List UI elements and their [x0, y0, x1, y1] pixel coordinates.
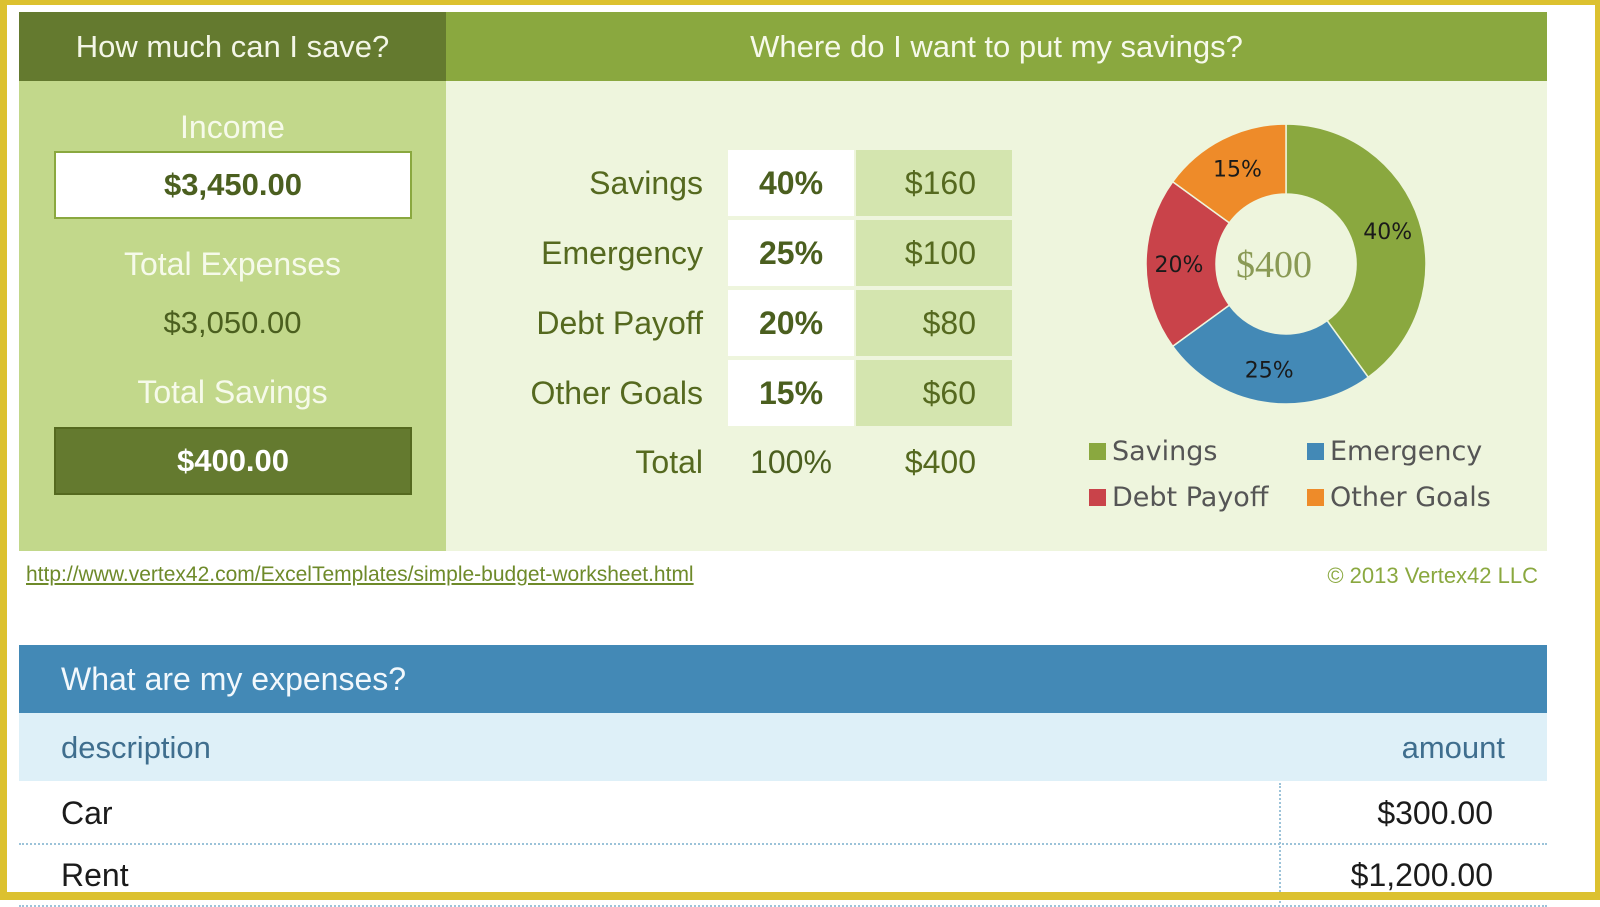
allocation-name: Savings	[589, 165, 703, 201]
expenses-column-divider	[1279, 783, 1281, 903]
legend-swatch	[1307, 489, 1324, 506]
allocation-row-savings: Savings 40% $160	[446, 150, 1046, 216]
savings-calc-title: How much can I save?	[75, 28, 390, 64]
donut-data-label: 40%	[1363, 220, 1412, 245]
allocation-header: Where do I want to put my savings?	[446, 12, 1547, 81]
expense-row: Rent $1,200.00	[19, 845, 1547, 907]
allocation-title: Where do I want to put my savings?	[750, 28, 1243, 64]
legend-label: Emergency	[1330, 436, 1483, 467]
legend-item-emergency: Emergency	[1307, 436, 1482, 467]
savings-donut-chart: 40% 25% 20% 15% $400	[1145, 123, 1427, 405]
allocation-name: Other Goals	[530, 375, 703, 411]
chart-legend: Savings Emergency Debt Payoff Other Goal…	[1089, 436, 1529, 536]
total-expenses-label: Total Expenses	[123, 246, 341, 282]
allocation-amount: $100	[856, 220, 1012, 286]
allocation-row-other-goals: Other Goals 15% $60	[446, 360, 1046, 426]
legend-label: Debt Payoff	[1112, 482, 1269, 513]
legend-item-debt-payoff: Debt Payoff	[1089, 482, 1268, 513]
allocation-pct-input[interactable]: 15%	[728, 360, 854, 426]
legend-label: Other Goals	[1330, 482, 1491, 513]
allocation-total-pct: 100%	[750, 444, 832, 480]
expenses-header: What are my expenses?	[19, 645, 1547, 713]
allocation-name: Debt Payoff	[536, 305, 703, 341]
allocation-pct-input[interactable]: 40%	[728, 150, 854, 216]
legend-swatch	[1089, 489, 1106, 506]
expense-amount-input[interactable]: $300.00	[1377, 795, 1493, 832]
legend-item-other-goals: Other Goals	[1307, 482, 1491, 513]
allocation-amount: $80	[856, 290, 1012, 356]
total-expenses-value: $3,050.00	[163, 305, 302, 340]
expense-description-input[interactable]: Car	[61, 795, 113, 832]
allocation-name: Emergency	[541, 235, 703, 271]
savings-calc-header: How much can I save?	[19, 12, 446, 81]
allocation-pct-input[interactable]: 25%	[728, 220, 854, 286]
column-header-description: description	[61, 730, 211, 765]
expense-description-input[interactable]: Rent	[61, 857, 129, 894]
donut-data-label: 25%	[1245, 359, 1294, 384]
allocation-amount: $160	[856, 150, 1012, 216]
total-savings-label: Total Savings	[137, 374, 328, 410]
vertex42-template-link[interactable]: http://www.vertex42.com/ExcelTemplates/s…	[26, 563, 694, 587]
savings-calc-panel: Income $3,450.00 Total Expenses $3,050.0…	[19, 81, 446, 551]
allocation-amount: $60	[856, 360, 1012, 426]
donut-data-label: 20%	[1155, 253, 1204, 278]
allocation-row-debt-payoff: Debt Payoff 20% $80	[446, 290, 1046, 356]
legend-item-savings: Savings	[1089, 436, 1217, 467]
donut-data-label: 15%	[1213, 158, 1262, 183]
allocation-pct-input[interactable]: 20%	[728, 290, 854, 356]
expense-row: Car $300.00	[19, 783, 1547, 845]
allocation-row-emergency: Emergency 25% $100	[446, 220, 1046, 286]
legend-label: Savings	[1112, 436, 1218, 467]
total-savings-value: $400.00	[54, 427, 412, 495]
allocation-total-label: Total	[635, 444, 703, 480]
legend-swatch	[1089, 443, 1106, 460]
allocation-panel: Savings 40% $160 Emergency 25% $100 Debt…	[446, 81, 1547, 551]
expenses-column-header: description amount	[19, 713, 1547, 781]
allocation-total-amount: $400	[904, 444, 976, 480]
expense-amount-input[interactable]: $1,200.00	[1351, 857, 1493, 894]
expenses-title: What are my expenses?	[61, 660, 407, 697]
income-input[interactable]: $3,450.00	[54, 151, 412, 219]
income-label: Income	[180, 109, 285, 145]
legend-swatch	[1307, 443, 1324, 460]
donut-center-label: $400	[1236, 244, 1312, 286]
allocation-row-total: Total 100% $400	[446, 429, 1046, 495]
copyright-notice: © 2013 Vertex42 LLC	[1327, 563, 1538, 588]
column-header-amount: amount	[1401, 730, 1505, 765]
